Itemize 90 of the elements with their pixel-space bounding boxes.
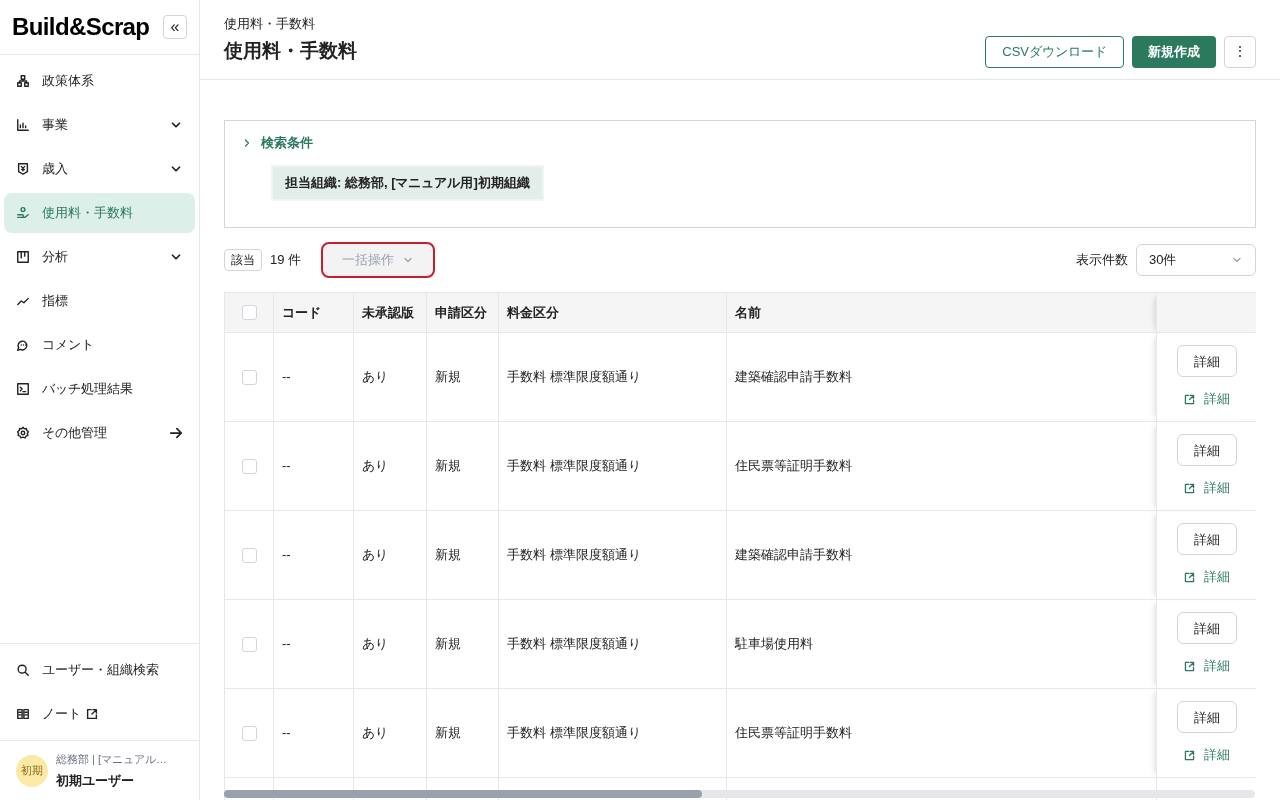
column-header: 申請区分 — [426, 292, 499, 333]
nav-item[interactable]: 政策体系 — [4, 61, 195, 101]
detail-button[interactable]: 詳細 — [1176, 345, 1237, 378]
checkbox[interactable] — [241, 305, 257, 320]
nav-item[interactable]: 分析 — [4, 237, 195, 277]
checkbox[interactable] — [241, 636, 257, 652]
page-title: 使用料・手数料 — [224, 39, 357, 63]
nav-item[interactable]: 歳入 — [4, 149, 195, 189]
nav-item[interactable]: コメント — [4, 325, 195, 365]
nav-item[interactable]: ノート — [4, 694, 195, 734]
detail-link[interactable]: 詳細 — [1183, 389, 1230, 409]
table-cell: 駐車場使用料 — [735, 636, 813, 652]
filter-chip: 担当組織: 総務部, [マニュアル用]初期組織 — [271, 164, 544, 201]
column-header: 名前 — [726, 292, 1157, 333]
user-name: 初期ユーザー — [56, 772, 135, 790]
table-cell: -- — [282, 636, 291, 652]
detail-button[interactable]: 詳細 — [1176, 701, 1237, 734]
breadcrumb[interactable]: 使用料・手数料 — [224, 13, 357, 33]
result-count: 19 件 — [270, 251, 302, 270]
table-cell: -- — [282, 369, 291, 385]
external-link-icon — [1183, 570, 1196, 584]
table-cell: 建築確認申請手数料 — [735, 547, 852, 563]
table-cell: -- — [282, 458, 291, 474]
column-header: コード — [273, 292, 354, 333]
table-cell: -- — [282, 547, 291, 563]
bar-chart-icon — [16, 118, 30, 132]
table-cell: 手数料 標準限度額通り — [507, 725, 641, 741]
scrollbar[interactable] — [224, 790, 1255, 798]
nav-item[interactable]: バッチ処理結果 — [4, 369, 195, 409]
create-button[interactable]: 新規作成 — [1132, 35, 1216, 68]
collapse-button[interactable]: « — [163, 15, 187, 39]
page-size-label: 表示件数 — [1076, 251, 1128, 270]
csv-download-button[interactable]: CSVダウンロード — [985, 35, 1124, 68]
detail-link[interactable]: 詳細 — [1183, 567, 1230, 587]
terminal-icon — [16, 382, 30, 396]
table-cell: 新規 — [435, 636, 461, 652]
external-link-icon — [1183, 392, 1196, 406]
page-size-select[interactable]: 30件 — [1136, 244, 1256, 276]
table-cell: 手数料 標準限度額通り — [507, 369, 641, 385]
table-cell: あり — [362, 458, 388, 474]
table-cell: 住民票等証明手数料 — [735, 458, 852, 474]
checkbox[interactable] — [241, 547, 257, 563]
column-header: 料金区分 — [498, 292, 727, 333]
checkbox[interactable] — [241, 369, 257, 385]
logo: Build&Scrap — [12, 12, 150, 42]
nav-item[interactable]: 事業 — [4, 105, 195, 145]
table-cell: 住民票等証明手数料 — [735, 725, 852, 741]
nav-item[interactable]: 指標 — [4, 281, 195, 321]
more-button[interactable]: ⋮ — [1224, 35, 1256, 68]
table-cell: 手数料 標準限度額通り — [507, 547, 641, 563]
settings-icon — [16, 426, 30, 440]
detail-link[interactable]: 詳細 — [1183, 656, 1230, 676]
table-cell: あり — [362, 547, 388, 563]
search-icon — [16, 663, 30, 677]
table-cell: 新規 — [435, 369, 461, 385]
external-link-icon — [1183, 659, 1196, 673]
table-cell: あり — [362, 725, 388, 741]
hierarchy-icon — [16, 74, 30, 88]
table-cell: 新規 — [435, 458, 461, 474]
table-cell: 新規 — [435, 725, 461, 741]
user-avatar: 初期 — [16, 754, 48, 787]
external-link-icon — [1183, 481, 1196, 495]
detail-button[interactable]: 詳細 — [1176, 523, 1237, 556]
column-header: 未承認版 — [353, 292, 427, 333]
yen-icon — [16, 162, 30, 176]
book-icon — [16, 707, 30, 721]
checkbox[interactable] — [241, 725, 257, 741]
hand-coin-icon — [16, 206, 30, 220]
external-link-icon — [1183, 748, 1196, 762]
detail-button[interactable]: 詳細 — [1176, 434, 1237, 467]
checkbox[interactable] — [241, 458, 257, 474]
table-cell: あり — [362, 636, 388, 652]
nav-item[interactable]: その他管理 — [4, 413, 195, 453]
table-cell: 手数料 標準限度額通り — [507, 458, 641, 474]
scrollbar-thumb[interactable] — [224, 790, 702, 798]
detail-link[interactable]: 詳細 — [1183, 745, 1230, 765]
result-label: 該当 — [224, 249, 262, 271]
search-conditions-toggle[interactable]: 検索条件 — [261, 133, 313, 153]
chat-icon — [16, 338, 30, 352]
detail-link[interactable]: 詳細 — [1183, 478, 1230, 498]
table-cell: -- — [282, 725, 291, 741]
detail-button[interactable]: 詳細 — [1176, 612, 1237, 645]
table-cell: 建築確認申請手数料 — [735, 369, 852, 385]
nav-item[interactable]: 使用料・手数料 — [4, 193, 195, 233]
user-organization: 総務部 | [マニュアル… — [56, 751, 168, 767]
board-icon — [16, 250, 30, 264]
table-cell: 手数料 標準限度額通り — [507, 636, 641, 652]
table-cell: 新規 — [435, 547, 461, 563]
nav-item[interactable]: ユーザー・組織検索 — [4, 650, 195, 690]
table-cell: あり — [362, 369, 388, 385]
